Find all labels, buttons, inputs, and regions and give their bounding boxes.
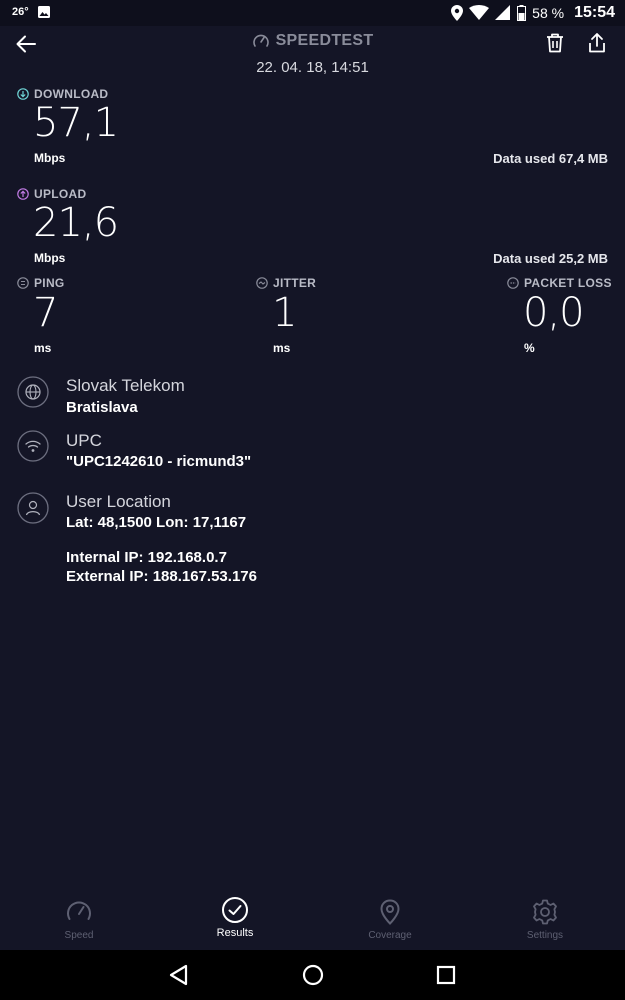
nav-coverage-label: Coverage: [368, 930, 412, 941]
ping-value: 7: [33, 290, 58, 336]
circle-home-icon: [302, 964, 324, 986]
wifi-ssid: "UPC1242610 - ricmund3": [66, 453, 252, 470]
image-icon: [37, 6, 50, 18]
location-coords: Lat: 48,1500 Lon: 17,1167: [66, 514, 247, 531]
wifi-signal-icon: [469, 5, 490, 20]
nav-settings[interactable]: Settings: [485, 888, 605, 950]
system-recents-button[interactable]: [433, 962, 459, 988]
jitter-icon: [256, 277, 268, 289]
download-unit: Mbps: [34, 151, 66, 165]
upload-value: 21,6: [33, 200, 119, 246]
app-title: SPEEDTEST: [252, 32, 374, 50]
download-value: 57,1: [33, 100, 119, 146]
ping-label-text: PING: [34, 276, 65, 290]
speedometer-icon: [252, 34, 269, 47]
temperature-text: 26°: [12, 6, 29, 18]
delete-button[interactable]: [543, 31, 567, 55]
nav-settings-label: Settings: [526, 930, 564, 941]
jitter-unit: ms: [273, 341, 291, 355]
gear-icon: [533, 899, 557, 925]
location-pin-icon: [451, 5, 464, 21]
square-recents-icon: [436, 965, 456, 985]
jitter-label-text: JITTER: [273, 276, 317, 290]
provider-city: Bratislava: [66, 399, 138, 416]
jitter-value: 1: [272, 290, 297, 336]
download-arrow-icon: [17, 88, 29, 100]
internal-ip: Internal IP: 192.168.0.7: [66, 549, 227, 566]
battery-icon: [517, 5, 527, 21]
upload-label: UPLOAD: [17, 187, 86, 201]
user-icon: [17, 492, 49, 524]
nav-speed[interactable]: Speed: [19, 888, 139, 950]
app-header: SPEEDTEST 22. 04. 18, 14:51: [0, 26, 625, 82]
ping-icon: [17, 277, 29, 289]
upload-unit: Mbps: [34, 251, 66, 265]
map-pin-icon: [380, 899, 400, 925]
status-bar: 26° 58 % 15:54: [0, 0, 625, 26]
external-ip: External IP: 188.167.53.176: [66, 568, 257, 585]
packet-loss-unit: %: [524, 341, 535, 355]
packet-loss-value: 0,0: [523, 290, 585, 336]
packet-loss-label-text: PACKET LOSS: [524, 276, 612, 290]
trash-icon: [547, 33, 563, 53]
location-title: User Location: [66, 492, 171, 511]
system-back-button[interactable]: [166, 962, 192, 988]
download-label-text: DOWNLOAD: [34, 87, 109, 101]
ping-unit: ms: [34, 341, 52, 355]
globe-icon: [17, 376, 49, 408]
share-button[interactable]: [585, 31, 609, 55]
share-icon: [589, 33, 605, 53]
upload-arrow-icon: [17, 188, 29, 200]
packet-loss-label: PACKET LOSS: [507, 276, 612, 290]
test-datetime: 22. 04. 18, 14:51: [256, 59, 369, 76]
check-circle-icon: [222, 897, 248, 923]
system-home-button[interactable]: [300, 962, 326, 988]
upload-data-used: Data used 25,2 MB: [493, 251, 608, 266]
triangle-back-icon: [169, 964, 188, 986]
nav-speed-label: Speed: [64, 930, 94, 941]
jitter-label: JITTER: [256, 276, 316, 290]
packet-loss-icon: [507, 277, 519, 289]
bottom-navigation: Speed Results Coverage Settings: [0, 888, 625, 950]
wifi-icon: [17, 430, 49, 462]
battery-percent: 58 %: [532, 5, 565, 21]
upload-label-text: UPLOAD: [34, 187, 87, 201]
provider-name: Slovak Telekom: [66, 376, 185, 395]
speedometer-icon: [67, 901, 91, 920]
cell-signal-icon: [495, 5, 511, 20]
nav-results[interactable]: Results: [175, 888, 295, 950]
app-title-text: SPEEDTEST: [275, 32, 374, 49]
clock: 15:54: [574, 4, 615, 21]
download-data-used: Data used 67,4 MB: [493, 151, 608, 166]
nav-results-label: Results: [216, 927, 254, 939]
system-navigation-bar: [0, 950, 625, 1000]
nav-coverage[interactable]: Coverage: [330, 888, 450, 950]
wifi-name: UPC: [66, 431, 102, 450]
download-label: DOWNLOAD: [17, 87, 108, 101]
ping-label: PING: [17, 276, 65, 290]
